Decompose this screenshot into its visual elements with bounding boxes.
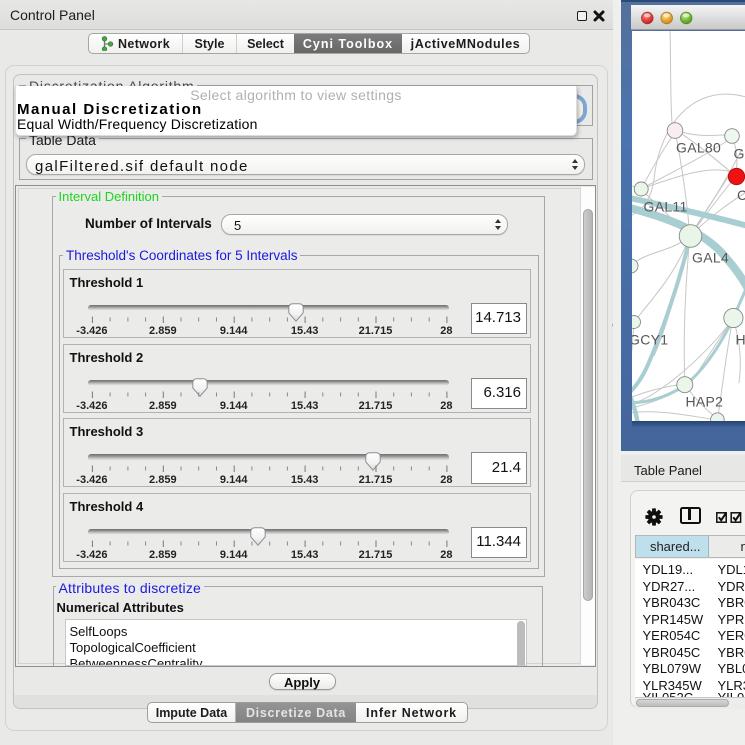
svg-text:GAL11: GAL11 — [644, 199, 688, 215]
svg-text:GA.: GA. — [734, 145, 745, 161]
svg-text:GAL4: GAL4 — [692, 250, 729, 266]
svg-text:GCY1: GCY1 — [632, 332, 669, 348]
svg-text:C: C — [737, 187, 745, 203]
svg-text:GAL80: GAL80 — [676, 140, 721, 156]
svg-text:H: H — [736, 332, 745, 348]
svg-text:HAP2: HAP2 — [686, 394, 724, 410]
